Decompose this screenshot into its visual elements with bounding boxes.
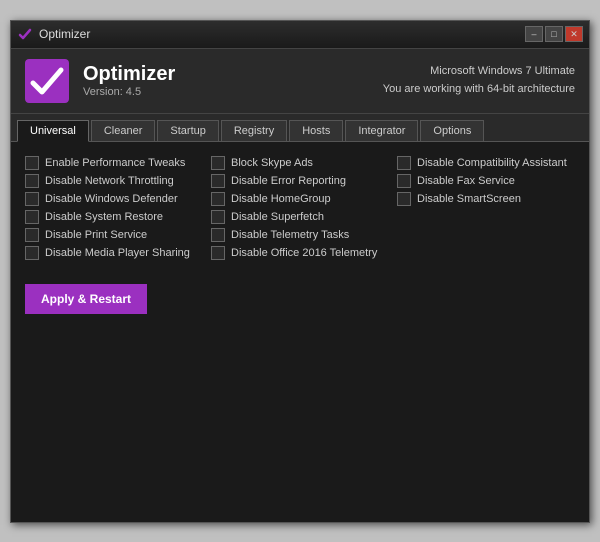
main-window: Optimizer – □ ✕ Optimizer Version: 4.5 M… (10, 20, 590, 523)
tab-cleaner[interactable]: Cleaner (91, 120, 156, 141)
option-checkbox[interactable] (397, 174, 411, 188)
option-item[interactable] (397, 210, 575, 224)
option-label: Disable System Restore (45, 211, 163, 223)
minimize-button[interactable]: – (525, 26, 543, 42)
tab-options[interactable]: Options (420, 120, 484, 141)
option-checkbox[interactable] (397, 156, 411, 170)
app-name-block: Optimizer Version: 4.5 (83, 63, 175, 98)
tab-hosts[interactable]: Hosts (289, 120, 343, 141)
option-item[interactable]: Disable Compatibility Assistant (397, 156, 575, 170)
option-checkbox[interactable] (211, 156, 225, 170)
option-checkbox[interactable] (25, 174, 39, 188)
option-label: Disable Windows Defender (45, 193, 178, 205)
option-checkbox[interactable] (25, 192, 39, 206)
option-item[interactable]: Disable Superfetch (211, 210, 389, 224)
titlebar: Optimizer – □ ✕ (11, 21, 589, 49)
option-item[interactable]: Disable SmartScreen (397, 192, 575, 206)
option-label: Disable Compatibility Assistant (417, 157, 567, 169)
options-grid: Enable Performance Tweaks Block Skype Ads… (25, 156, 575, 260)
option-checkbox[interactable] (211, 210, 225, 224)
option-item[interactable] (397, 228, 575, 242)
option-label: Disable Telemetry Tasks (231, 229, 349, 241)
option-checkbox[interactable] (25, 210, 39, 224)
tab-startup[interactable]: Startup (157, 120, 218, 141)
tab-registry[interactable]: Registry (221, 120, 287, 141)
option-label: Disable Media Player Sharing (45, 247, 190, 259)
os-info: Microsoft Windows 7 Ultimate (383, 63, 575, 81)
apply-restart-button[interactable]: Apply & Restart (25, 284, 147, 314)
maximize-button[interactable]: □ (545, 26, 563, 42)
option-item[interactable]: Disable Network Throttling (25, 174, 203, 188)
option-checkbox[interactable] (25, 228, 39, 242)
option-checkbox[interactable] (25, 246, 39, 260)
main-content: Enable Performance Tweaks Block Skype Ads… (11, 142, 589, 522)
option-item[interactable]: Block Skype Ads (211, 156, 389, 170)
option-item[interactable]: Enable Performance Tweaks (25, 156, 203, 170)
option-label: Disable Print Service (45, 229, 147, 241)
option-label: Disable Fax Service (417, 175, 515, 187)
option-label: Disable SmartScreen (417, 193, 521, 205)
app-header: Optimizer Version: 4.5 Microsoft Windows… (11, 49, 589, 114)
tab-bar: Universal Cleaner Startup Registry Hosts… (11, 114, 589, 142)
option-checkbox[interactable] (211, 246, 225, 260)
option-label: Disable Network Throttling (45, 175, 174, 187)
option-label: Enable Performance Tweaks (45, 157, 185, 169)
option-checkbox[interactable] (25, 156, 39, 170)
option-checkbox[interactable] (211, 192, 225, 206)
app-logo (25, 59, 69, 103)
titlebar-left: Optimizer (17, 26, 90, 42)
app-title-icon (17, 26, 33, 42)
option-item[interactable]: Disable Error Reporting (211, 174, 389, 188)
titlebar-title: Optimizer (39, 27, 90, 41)
option-item[interactable]: Disable Telemetry Tasks (211, 228, 389, 242)
option-item[interactable]: Disable Fax Service (397, 174, 575, 188)
tab-universal[interactable]: Universal (17, 120, 89, 142)
arch-info: You are working with 64-bit architecture (383, 81, 575, 99)
option-item[interactable]: Disable Windows Defender (25, 192, 203, 206)
option-label: Disable Superfetch (231, 211, 324, 223)
option-item[interactable]: Disable Media Player Sharing (25, 246, 203, 260)
option-item[interactable]: Disable Office 2016 Telemetry (211, 246, 389, 260)
system-info: Microsoft Windows 7 Ultimate You are wor… (383, 63, 575, 98)
option-label: Block Skype Ads (231, 157, 313, 169)
option-checkbox[interactable] (211, 174, 225, 188)
option-label: Disable Office 2016 Telemetry (231, 247, 377, 259)
app-name: Optimizer (83, 63, 175, 86)
tab-integrator[interactable]: Integrator (345, 120, 418, 141)
close-button[interactable]: ✕ (565, 26, 583, 42)
option-item[interactable]: Disable HomeGroup (211, 192, 389, 206)
option-checkbox[interactable] (397, 192, 411, 206)
titlebar-controls: – □ ✕ (525, 26, 583, 42)
app-version: Version: 4.5 (83, 86, 175, 98)
option-item[interactable] (397, 246, 575, 260)
option-item[interactable]: Disable Print Service (25, 228, 203, 242)
option-checkbox[interactable] (211, 228, 225, 242)
option-label: Disable Error Reporting (231, 175, 346, 187)
option-label: Disable HomeGroup (231, 193, 331, 205)
option-item[interactable]: Disable System Restore (25, 210, 203, 224)
